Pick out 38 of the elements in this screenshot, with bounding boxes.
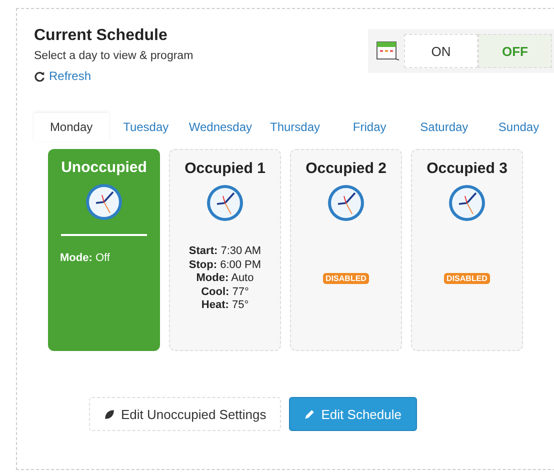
toggle-button[interactable]: ON xyxy=(404,34,478,68)
day-tab[interactable]: Friday xyxy=(332,113,407,141)
detail-line: Cool: 77° xyxy=(200,286,250,299)
day-tab[interactable]: Saturday xyxy=(406,113,482,141)
period-card[interactable]: Unoccupied Mode: Off xyxy=(48,149,160,351)
leaf-icon xyxy=(104,408,115,420)
day-tab[interactable]: Wednesday xyxy=(183,113,258,141)
refresh-icon xyxy=(34,70,45,82)
disabled-badge: DISABLED xyxy=(322,273,370,284)
day-tab[interactable]: Thursday xyxy=(258,113,332,141)
panel-title: Current Schedule xyxy=(34,27,168,45)
clock-icon xyxy=(205,183,245,223)
edit-settings-button[interactable]: Edit Unoccupied Settings xyxy=(89,397,282,431)
panel-subtitle: Select a day to view & program xyxy=(34,50,194,62)
period-card[interactable]: Occupied 1 Start: 7:30 AM Stop: 6:00 PM Mode: Auto Cool: 77° Heat: 75° xyxy=(169,149,281,351)
day-tab[interactable]: Tuesday xyxy=(108,113,184,141)
detail-line: Start: 7:30 AM xyxy=(188,245,262,258)
period-title: Occupied 1 xyxy=(184,160,266,177)
disabled-badge: DISABLED xyxy=(444,273,490,284)
edit-schedule-button[interactable]: Edit Schedule xyxy=(289,397,416,431)
detail-line: Mode: Off xyxy=(60,252,110,266)
detail-line: Mode: Auto xyxy=(195,272,255,286)
clock-icon xyxy=(447,183,487,223)
pencil-icon xyxy=(304,408,316,420)
refresh-link[interactable]: Refresh xyxy=(49,69,92,83)
period-card[interactable]: Occupied 3 DISABLED xyxy=(411,149,523,351)
toggle-button[interactable]: OFF xyxy=(478,34,552,68)
day-tab[interactable]: Monday xyxy=(34,113,109,141)
calendar-icon xyxy=(376,40,400,62)
detail-line: Stop: 6:00 PM xyxy=(188,258,262,272)
period-title: Occupied 3 xyxy=(426,160,508,177)
clock-icon xyxy=(84,182,124,222)
period-title: Unoccupied xyxy=(61,159,147,176)
period-card[interactable]: Occupied 2 DISABLED xyxy=(290,149,402,351)
detail-line: Heat: 75° xyxy=(200,299,250,312)
period-title: Occupied 2 xyxy=(306,160,386,177)
day-tab[interactable]: Sunday xyxy=(481,113,554,141)
clock-icon xyxy=(326,183,366,223)
